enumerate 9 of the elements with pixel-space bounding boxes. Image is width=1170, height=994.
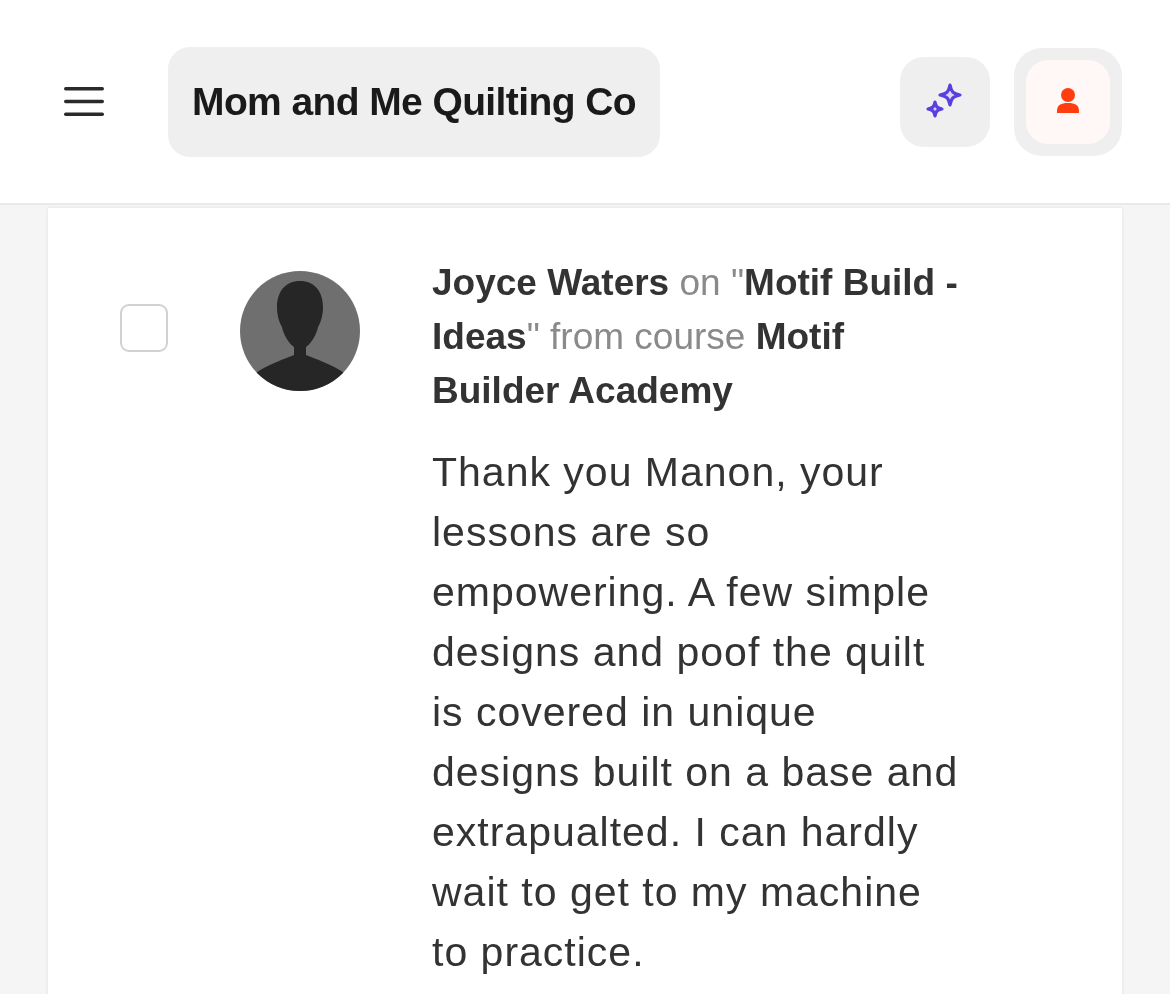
comment-text: Thank you Manon, your lessons are so empowering. A few simple designs and poof the quilt is covered in unique designs built on a base and extrapualted. I can hardly wait to get to my machine to practice. xyxy=(432,448,960,977)
comment-byline: Joyce Waters on "Motif Build - Ideas" from course Motif Builder Academy xyxy=(432,261,959,413)
select-checkbox[interactable] xyxy=(120,304,168,352)
menu-icon[interactable] xyxy=(64,87,104,116)
person-icon xyxy=(1026,59,1110,144)
sparkle-button[interactable] xyxy=(900,56,990,147)
account-button[interactable] xyxy=(1014,47,1122,156)
avatar-icon xyxy=(240,271,360,391)
site-title-button[interactable]: Mom and Me Quilting Co xyxy=(168,46,660,157)
